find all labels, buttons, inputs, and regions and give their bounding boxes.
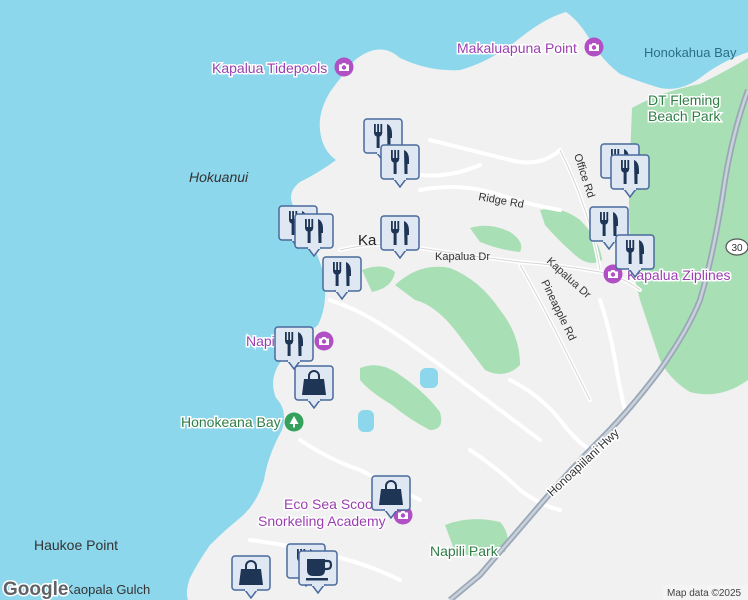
label-honokahua-bay: Honokahua Bay <box>644 45 737 60</box>
label-haukoe-point: Haukoe Point <box>34 537 118 553</box>
pond-1 <box>420 368 438 388</box>
camera-icon[interactable] <box>334 57 354 77</box>
label-kapalua-dr-1: Kapalua Dr <box>435 251 490 263</box>
label-kapalua-town: Ka <box>358 232 377 249</box>
route-30-shield: 30 <box>725 238 748 256</box>
pond-2 <box>358 410 374 432</box>
google-logo-text: Google <box>3 579 68 600</box>
camera-icon[interactable] <box>314 331 334 351</box>
label-eco-sea-1: Eco Sea Scoot <box>284 496 377 512</box>
label-eco-sea-2: Snorkeling Academy <box>258 513 386 529</box>
label-makaluapuna-point: Makaluapuna Point <box>457 40 577 56</box>
label-dt-fleming-2: Beach Park <box>648 108 721 124</box>
label-kapalua-tidepools: Kapalua Tidepools <box>212 60 327 76</box>
map-data-attribution[interactable]: Map data ©2025 <box>667 588 742 599</box>
route-30-label: 30 <box>731 243 743 254</box>
label-kaopala-gulch: Kaopala Gulch <box>65 582 150 597</box>
label-hokuanui: Hokuanui <box>189 169 249 185</box>
label-napili-park: Napili Park <box>430 543 499 559</box>
park-tree-icon[interactable] <box>284 412 304 432</box>
map-canvas[interactable]: 30 Makaluapuna Point Honokahua Bay Kapal… <box>0 0 748 600</box>
camera-icon[interactable] <box>584 37 604 57</box>
label-honokeana-bay: Honokeana Bay <box>181 414 281 430</box>
google-logo[interactable]: Google <box>2 578 70 600</box>
label-dt-fleming-1: DT Fleming <box>648 92 720 108</box>
